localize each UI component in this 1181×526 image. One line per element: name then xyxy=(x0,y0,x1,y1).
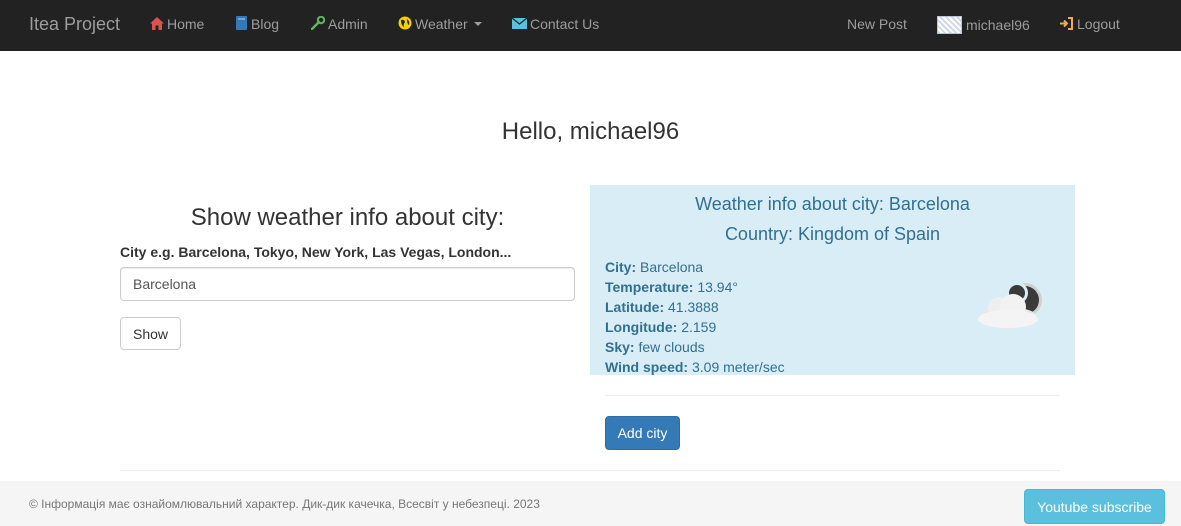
globe-icon xyxy=(398,16,412,32)
info-value: few clouds xyxy=(638,339,705,355)
info-row-city: City: Barcelona xyxy=(605,257,785,277)
nav-weather-dropdown[interactable]: Weather xyxy=(398,16,482,32)
brand-link[interactable]: Itea Project xyxy=(29,14,120,35)
page-title: Hello, michael96 xyxy=(501,118,680,145)
info-row-sky: Sky: few clouds xyxy=(605,337,785,357)
nav-admin-link[interactable]: Admin xyxy=(310,15,368,32)
youtube-subscribe-button[interactable]: Youtube subscribe xyxy=(1024,489,1165,524)
few-clouds-night-icon xyxy=(978,282,1042,329)
home-icon xyxy=(150,16,164,32)
nav-contact-label: Contact Us xyxy=(530,16,600,32)
nav-admin-label: Admin xyxy=(328,16,368,32)
nav-username-label: michael96 xyxy=(966,17,1030,33)
info-value: 41.3888 xyxy=(668,299,719,315)
info-value: Barcelona xyxy=(640,259,704,275)
info-label: City: xyxy=(605,259,637,275)
info-label: Longitude: xyxy=(605,319,678,335)
footer-text: © Інформація має ознайомлювальний характ… xyxy=(29,497,540,511)
info-value: 13.94° xyxy=(697,279,738,295)
weather-panel-title: Weather info about city: Barcelona xyxy=(695,194,970,214)
nav-blog-label: Blog xyxy=(251,16,280,32)
avatar xyxy=(937,16,962,34)
divider xyxy=(120,470,1060,471)
navbar: Itea Project Home Blog Admin Weather Con… xyxy=(0,0,1181,51)
nav-logout-label: Logout xyxy=(1077,16,1120,32)
nav-logout-link[interactable]: Logout xyxy=(1059,16,1120,32)
nav-new-post-link[interactable]: New Post xyxy=(847,16,907,32)
nav-blog-link[interactable]: Blog xyxy=(236,16,279,32)
city-field-label: City e.g. Barcelona, Tokyo, New York, La… xyxy=(120,244,512,260)
weather-panel-country: Country: Kingdom of Spain xyxy=(724,224,941,244)
logout-icon xyxy=(1059,16,1074,32)
divider xyxy=(605,395,1060,396)
weather-info-panel: Weather info about city: Barcelona Count… xyxy=(590,185,1075,375)
nav-contact-link[interactable]: Contact Us xyxy=(511,16,600,32)
info-row-latitude: Latitude: 41.3888 xyxy=(605,297,785,317)
info-label: Latitude: xyxy=(605,299,665,315)
book-icon xyxy=(236,16,248,32)
form-title: Show weather info about city: xyxy=(190,204,505,231)
nav-user-link[interactable]: michael96 xyxy=(937,16,1030,34)
nav-new-post-label: New Post xyxy=(847,16,907,32)
weather-info-list: City: Barcelona Temperature: 13.94° Lati… xyxy=(605,257,785,377)
info-label: Wind speed: xyxy=(605,359,689,375)
info-row-wind-speed: Wind speed: 3.09 meter/sec xyxy=(605,357,785,377)
info-value: 3.09 meter/sec xyxy=(692,359,785,375)
info-label: Temperature: xyxy=(605,279,694,295)
chevron-down-icon xyxy=(473,22,482,26)
city-input[interactable] xyxy=(120,267,575,301)
info-row-longitude: Longitude: 2.159 xyxy=(605,317,785,337)
add-city-button[interactable]: Add city xyxy=(605,416,680,450)
footer: © Інформація має ознайомлювальний характ… xyxy=(0,481,1181,526)
nav-home-link[interactable]: Home xyxy=(150,16,204,32)
show-button[interactable]: Show xyxy=(120,317,181,350)
envelope-icon xyxy=(511,17,528,31)
info-value: 2.159 xyxy=(681,319,717,335)
nav-home-label: Home xyxy=(167,16,205,32)
wrench-icon xyxy=(310,15,326,32)
nav-weather-label: Weather xyxy=(415,16,468,32)
info-label: Sky: xyxy=(605,339,635,355)
info-row-temperature: Temperature: 13.94° xyxy=(605,277,785,297)
